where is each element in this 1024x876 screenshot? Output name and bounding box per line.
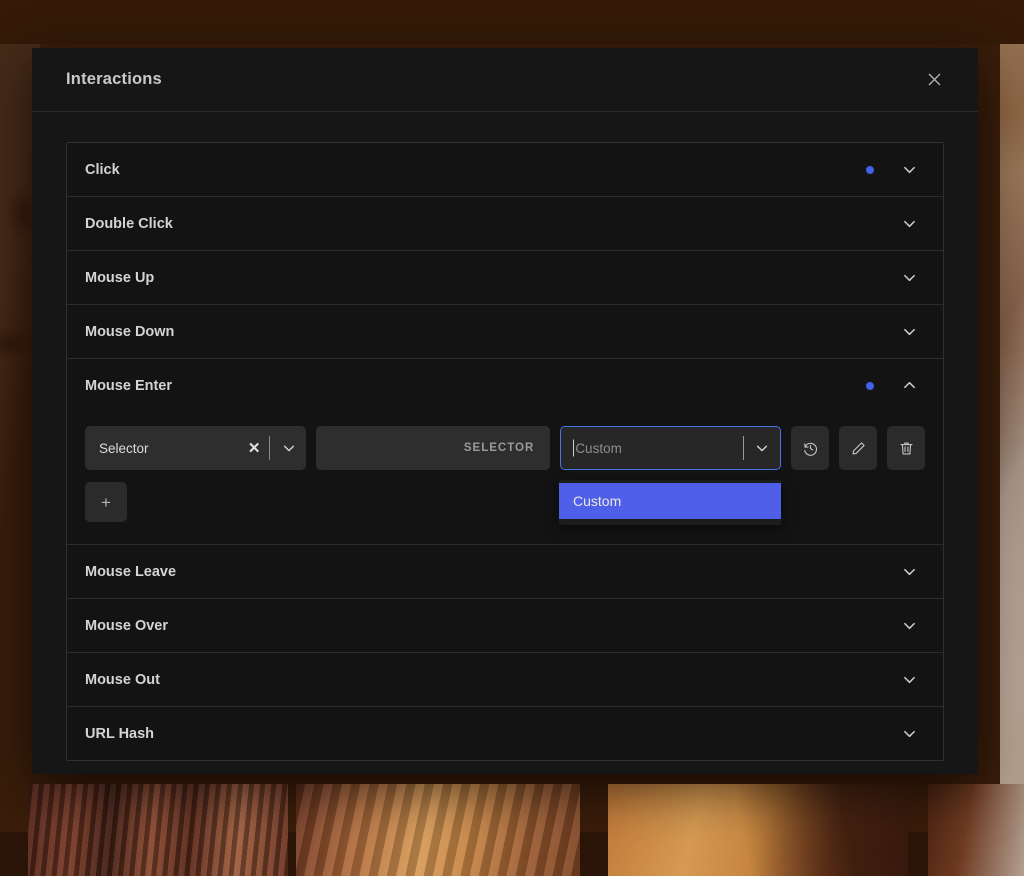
chevron-down-icon[interactable] xyxy=(901,672,917,688)
chevron-down-icon[interactable] xyxy=(901,270,917,286)
gallery-photo-bottom-3 xyxy=(608,784,908,876)
accordion-header-click[interactable]: Click xyxy=(67,143,943,196)
accordion-item-mouse-out: Mouse Out xyxy=(67,653,943,707)
accordion-header-mouse-leave[interactable]: Mouse Leave xyxy=(67,545,943,598)
interaction-config-body: Selector✕ SELECTOR Custom Custom + xyxy=(67,412,943,544)
trigger-type-select[interactable]: Selector✕ xyxy=(85,426,306,470)
accordion-item-click: Click xyxy=(67,143,943,197)
accordion-label: Mouse Leave xyxy=(85,564,866,580)
accordion-label: Double Click xyxy=(85,216,866,232)
chevron-down-icon[interactable] xyxy=(744,427,780,469)
history-icon[interactable] xyxy=(791,426,829,470)
edit-icon[interactable] xyxy=(839,426,877,470)
accordion-item-double-click: Double Click xyxy=(67,197,943,251)
accordion-label: Mouse Over xyxy=(85,618,866,634)
accordion-item-mouse-up: Mouse Up xyxy=(67,251,943,305)
action-dropdown-menu: Custom xyxy=(559,480,781,525)
action-combobox[interactable]: Custom xyxy=(560,426,781,470)
accordion-header-url-hash[interactable]: URL Hash xyxy=(67,707,943,760)
chevron-down-icon[interactable] xyxy=(901,618,917,634)
status-dot-indicator xyxy=(866,382,874,390)
accordion-label: Mouse Down xyxy=(85,324,866,340)
gallery-photo-right xyxy=(1000,44,1024,832)
accordion-header-mouse-over[interactable]: Mouse Over xyxy=(67,599,943,652)
gallery-photo-bottom-1 xyxy=(28,784,288,876)
accordion-label: Mouse Up xyxy=(85,270,866,286)
interactions-accordion: Click Double Click Mouse Up Mouse Down M… xyxy=(66,142,944,761)
accordion-item-url-hash: URL Hash xyxy=(67,707,943,760)
dropdown-option[interactable]: Custom xyxy=(559,483,781,519)
selector-input[interactable]: SELECTOR xyxy=(316,426,550,470)
accordion-header-mouse-out[interactable]: Mouse Out xyxy=(67,653,943,706)
interactions-modal: Interactions Click Double Click Mouse Up… xyxy=(32,48,978,774)
action-combobox-placeholder: Custom xyxy=(575,441,743,456)
close-icon[interactable] xyxy=(920,66,948,94)
backdrop-top-bar xyxy=(0,0,1024,44)
accordion-header-mouse-up[interactable]: Mouse Up xyxy=(67,251,943,304)
accordion-item-mouse-over: Mouse Over xyxy=(67,599,943,653)
divider xyxy=(269,436,270,460)
accordion-item-mouse-down: Mouse Down xyxy=(67,305,943,359)
accordion-header-mouse-enter[interactable]: Mouse Enter xyxy=(67,359,943,412)
chevron-up-icon[interactable] xyxy=(901,378,917,394)
accordion-label: Mouse Out xyxy=(85,672,866,688)
modal-body: Click Double Click Mouse Up Mouse Down M… xyxy=(32,112,978,791)
chevron-down-icon[interactable] xyxy=(272,426,306,470)
gallery-photo-bottom-2 xyxy=(296,784,580,876)
chevron-down-icon[interactable] xyxy=(901,726,917,742)
accordion-header-double-click[interactable]: Double Click xyxy=(67,197,943,250)
text-cursor xyxy=(573,440,574,457)
chevron-down-icon[interactable] xyxy=(901,564,917,580)
trash-icon[interactable] xyxy=(887,426,925,470)
page-title: Interactions xyxy=(66,70,920,89)
trigger-type-value: Selector xyxy=(99,441,241,456)
gallery-photo-bottom-4 xyxy=(928,784,1024,876)
add-row: + xyxy=(85,482,925,522)
modal-header: Interactions xyxy=(32,48,978,112)
accordion-label: Mouse Enter xyxy=(85,378,866,394)
accordion-label: URL Hash xyxy=(85,726,866,742)
chevron-down-icon[interactable] xyxy=(901,162,917,178)
accordion-item-mouse-leave: Mouse Leave xyxy=(67,545,943,599)
selector-placeholder: SELECTOR xyxy=(464,442,534,454)
status-dot-indicator xyxy=(866,166,874,174)
chevron-down-icon[interactable] xyxy=(901,324,917,340)
add-interaction-button[interactable]: + xyxy=(85,482,127,522)
chevron-down-icon[interactable] xyxy=(901,216,917,232)
accordion-header-mouse-down[interactable]: Mouse Down xyxy=(67,305,943,358)
interaction-config-row: Selector✕SELECTORCustomCustom xyxy=(85,426,925,470)
accordion-item-mouse-enter: Mouse Enter Selector✕ SELECTOR Custom Custo… xyxy=(67,359,943,545)
accordion-label: Click xyxy=(85,162,866,178)
clear-selector-icon[interactable]: ✕ xyxy=(241,426,267,470)
